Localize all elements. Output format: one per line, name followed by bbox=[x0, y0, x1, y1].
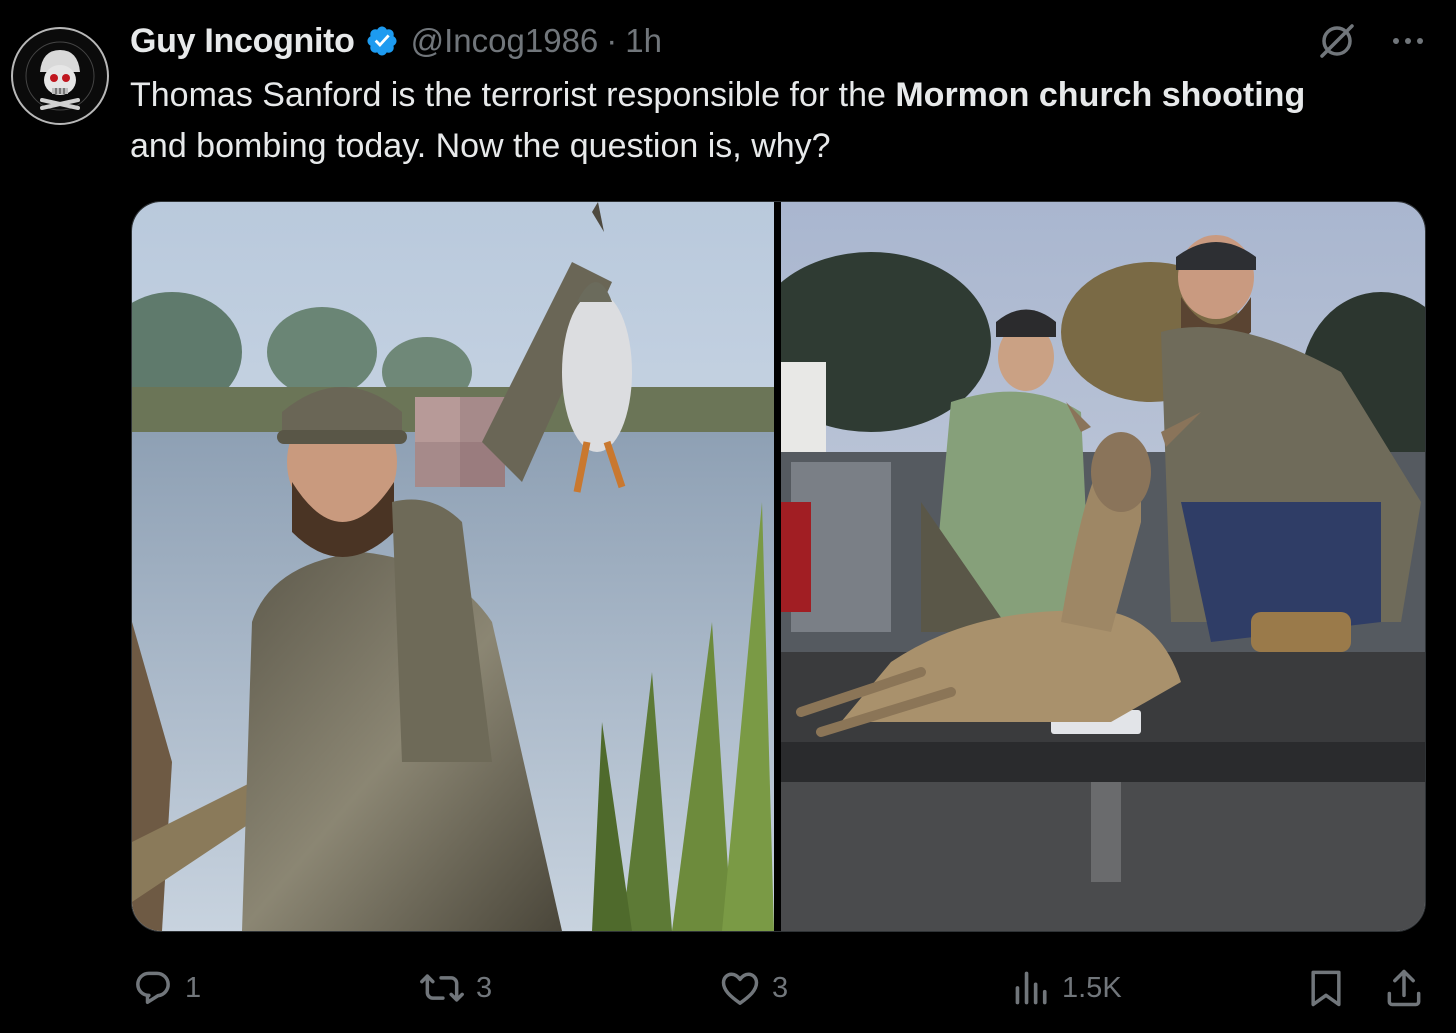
repost-button[interactable]: 3 bbox=[418, 958, 492, 1018]
view-count: 1.5K bbox=[1062, 971, 1122, 1004]
reply-icon bbox=[136, 971, 170, 1005]
timestamp[interactable]: 1h bbox=[625, 22, 662, 60]
views-button[interactable]: 1.5K bbox=[1012, 958, 1122, 1018]
media-grid bbox=[131, 201, 1426, 932]
tweet-text-part: Thomas Sanford is the terrorist responsi… bbox=[130, 76, 896, 114]
tweet-header: Guy Incognito @Incog1986 · 1h bbox=[130, 18, 662, 64]
grok-icon[interactable] bbox=[1316, 20, 1358, 62]
photo-deer-on-truck[interactable] bbox=[781, 202, 1425, 931]
reply-count: 1 bbox=[185, 971, 202, 1004]
avatar[interactable] bbox=[10, 26, 110, 126]
handle[interactable]: @Incog1986 bbox=[411, 22, 599, 60]
tweet-text-part: and bombing today. Now the question is, … bbox=[130, 127, 831, 165]
repost-count: 3 bbox=[476, 971, 493, 1004]
tweet-text: Thomas Sanford is the terrorist responsi… bbox=[130, 70, 1330, 172]
photo-hunter-with-duck[interactable] bbox=[132, 202, 774, 931]
analytics-icon bbox=[1015, 971, 1047, 1005]
verified-badge-icon bbox=[367, 26, 397, 56]
more-options-icon[interactable] bbox=[1378, 20, 1438, 62]
display-name[interactable]: Guy Incognito bbox=[130, 22, 355, 61]
tweet[interactable]: Guy Incognito @Incog1986 · 1h Thomas San… bbox=[0, 0, 1456, 1033]
separator-dot: · bbox=[606, 22, 618, 59]
skull-helmet-logo bbox=[11, 27, 109, 125]
repost-icon bbox=[420, 974, 464, 1002]
heart-icon bbox=[721, 972, 759, 1005]
tweet-text-hashtag-topic[interactable]: Mormon church shooting bbox=[895, 76, 1305, 114]
like-button[interactable]: 3 bbox=[718, 958, 788, 1018]
action-bar: 1 3 3 1.5K bbox=[0, 958, 1456, 1018]
bookmark-icon bbox=[1311, 970, 1341, 1007]
bookmark-button[interactable] bbox=[1304, 958, 1348, 1018]
reply-button[interactable]: 1 bbox=[131, 958, 201, 1018]
like-count: 3 bbox=[772, 971, 789, 1004]
share-icon bbox=[1387, 969, 1421, 1007]
share-button[interactable] bbox=[1382, 958, 1426, 1018]
